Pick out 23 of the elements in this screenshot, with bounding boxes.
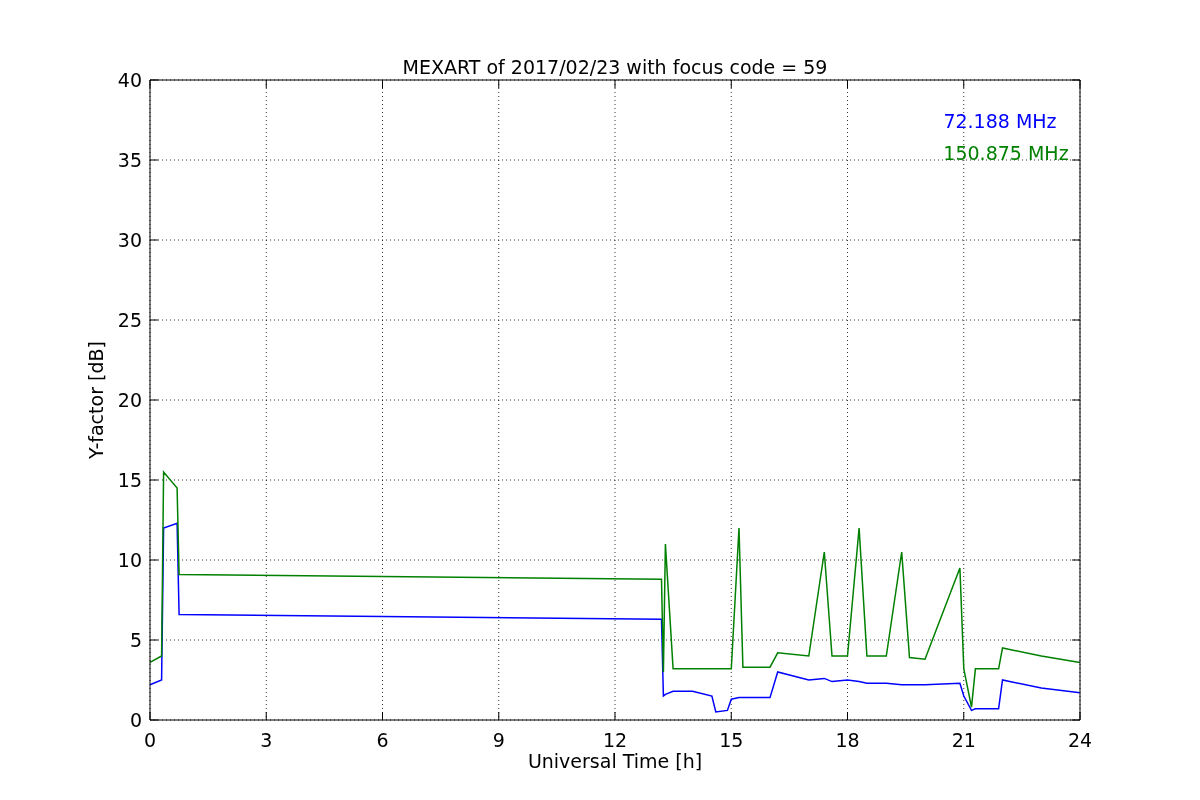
tick-label: 25 <box>117 309 142 331</box>
tick-label: 9 <box>492 729 505 751</box>
tick-label: 20 <box>117 389 142 411</box>
tick-label: 30 <box>117 229 142 251</box>
tick-label: 3 <box>260 729 273 751</box>
tick-label: 0 <box>143 729 157 751</box>
tick-label: 5 <box>129 629 142 651</box>
tick-label: 24 <box>1067 729 1093 751</box>
axis-label: Y-factor [dB] <box>85 341 107 459</box>
tick-label: 40 <box>117 69 142 91</box>
tick-label: 18 <box>835 729 860 751</box>
tick-label: 10 <box>117 549 142 571</box>
tick-label: 6 <box>376 729 389 751</box>
tick-label: 0 <box>129 709 142 731</box>
tick-label: 15 <box>719 729 744 751</box>
axis-label: Universal Time [h] <box>527 750 703 772</box>
tick-label: 15 <box>117 469 142 491</box>
tick-label: 21 <box>951 729 976 751</box>
legend-label: 72.188 MHz <box>943 110 1057 132</box>
tick-label: 35 <box>117 149 142 171</box>
tick-label: 12 <box>602 729 628 751</box>
legend-label: 150.875 MHz <box>943 142 1069 164</box>
chart-title: MEXART of 2017/02/23 with focus code = 59 <box>402 56 828 78</box>
